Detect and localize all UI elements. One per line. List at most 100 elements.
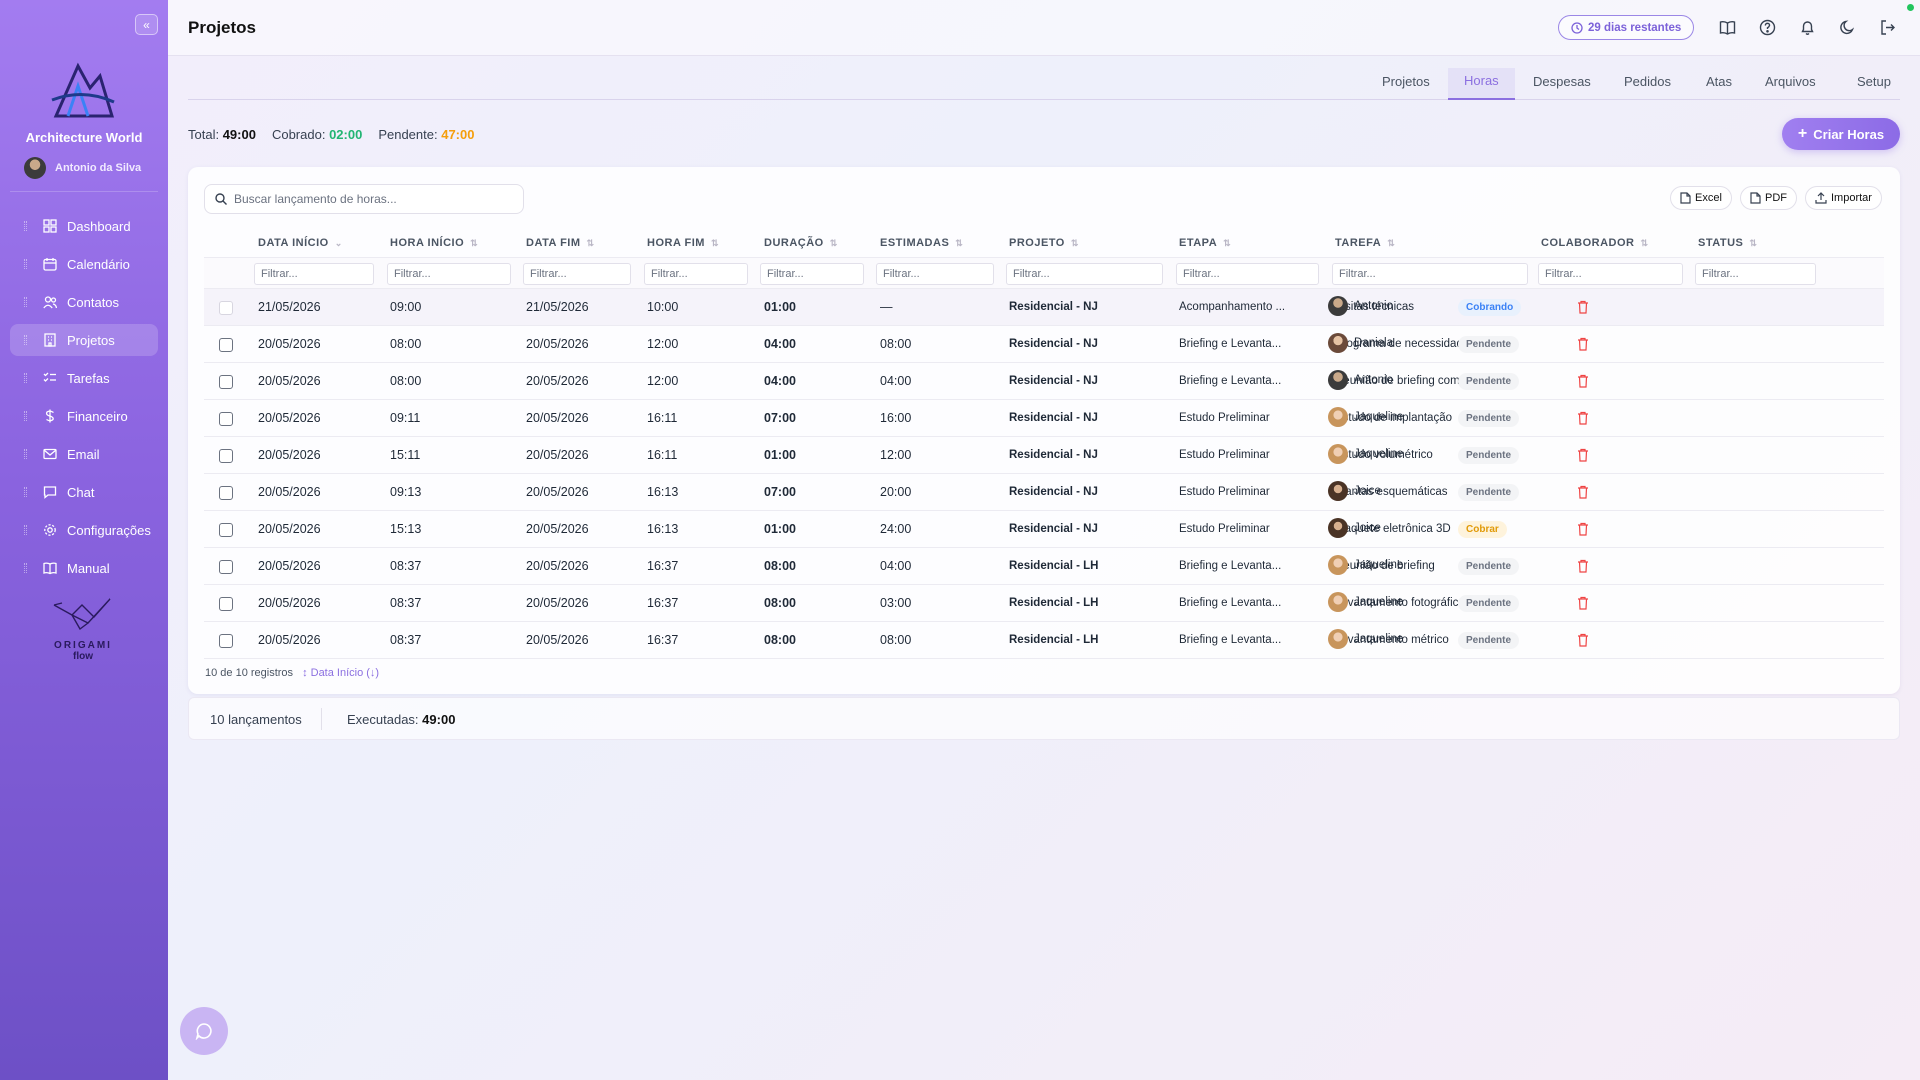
trash-icon[interactable]	[1577, 633, 1589, 647]
column-header-etapa[interactable]: ETAPA ⇅	[1179, 237, 1231, 249]
trash-icon[interactable]	[1577, 300, 1589, 314]
moon-icon[interactable]	[1837, 17, 1857, 37]
drag-handle-icon[interactable]	[24, 525, 27, 535]
table-row[interactable]: 20/05/2026 08:00 20/05/2026 12:00 04:00 …	[204, 326, 1884, 363]
row-checkbox[interactable]	[219, 338, 233, 352]
row-checkbox[interactable]	[219, 597, 233, 611]
table-row[interactable]: 20/05/2026 08:00 20/05/2026 12:00 04:00 …	[204, 363, 1884, 400]
bell-icon[interactable]	[1797, 17, 1817, 37]
import-button[interactable]: Importar	[1805, 186, 1882, 210]
filter-data-inicio[interactable]	[254, 263, 374, 285]
sidebar-item-dashboard[interactable]: Dashboard	[10, 210, 158, 242]
sidebar-item-financeiro[interactable]: Financeiro	[10, 400, 158, 432]
create-hours-button[interactable]: + Criar Horas	[1782, 118, 1900, 150]
status-badge[interactable]: Pendente	[1458, 558, 1520, 575]
filter-duracao[interactable]	[760, 263, 864, 285]
status-badge[interactable]: Pendente	[1458, 373, 1520, 390]
trash-icon[interactable]	[1577, 374, 1589, 388]
column-header-hora-fim[interactable]: HORA FIM ⇅	[647, 237, 719, 249]
trash-icon[interactable]	[1577, 596, 1589, 610]
sidebar-item-email[interactable]: Email	[10, 438, 158, 470]
filter-etapa[interactable]	[1176, 263, 1319, 285]
tab-atas[interactable]: Atas	[1706, 74, 1732, 100]
sidebar-item-calendario[interactable]: Calendário	[10, 248, 158, 280]
table-row[interactable]: 20/05/2026 08:37 20/05/2026 16:37 08:00 …	[204, 548, 1884, 585]
status-badge[interactable]: Cobrando	[1458, 299, 1522, 316]
book-open-icon[interactable]	[1717, 17, 1737, 37]
sidebar-item-tarefas[interactable]: Tarefas	[10, 362, 158, 394]
row-checkbox[interactable]	[219, 634, 233, 648]
column-header-estimadas[interactable]: ESTIMADAS ⇅	[880, 237, 963, 249]
table-row[interactable]: 20/05/2026 08:37 20/05/2026 16:37 08:00 …	[204, 622, 1884, 659]
column-header-data-inicio[interactable]: DATA INÍCIO ⌄	[258, 237, 343, 249]
sidebar-item-configuracoes[interactable]: Configurações	[10, 514, 158, 546]
column-header-colaborador[interactable]: COLABORADOR ⇅	[1541, 237, 1649, 249]
row-checkbox[interactable]	[219, 449, 233, 463]
column-header-projeto[interactable]: PROJETO ⇅	[1009, 237, 1079, 249]
filter-hora-inicio[interactable]	[387, 263, 511, 285]
tab-projetos[interactable]: Projetos	[1382, 74, 1430, 100]
export-pdf-button[interactable]: PDF	[1740, 186, 1797, 210]
trash-icon[interactable]	[1577, 411, 1589, 425]
table-row[interactable]: 20/05/2026 08:37 20/05/2026 16:37 08:00 …	[204, 585, 1884, 622]
table-row[interactable]: 20/05/2026 15:13 20/05/2026 16:13 01:00 …	[204, 511, 1884, 548]
status-badge[interactable]: Pendente	[1458, 410, 1520, 427]
drag-handle-icon[interactable]	[24, 259, 27, 269]
sidebar-item-contatos[interactable]: Contatos	[10, 286, 158, 318]
help-icon[interactable]	[1757, 17, 1777, 37]
status-badge[interactable]: Pendente	[1458, 484, 1520, 501]
table-row[interactable]: 20/05/2026 15:11 20/05/2026 16:11 01:00 …	[204, 437, 1884, 474]
row-checkbox[interactable]	[219, 412, 233, 426]
trial-days-badge[interactable]: 29 dias restantes	[1558, 15, 1695, 40]
sort-indicator[interactable]: ↕ Data Início (↓)	[302, 667, 379, 679]
drag-handle-icon[interactable]	[24, 411, 27, 421]
sidebar-item-projetos[interactable]: Projetos	[10, 324, 158, 356]
drag-handle-icon[interactable]	[24, 335, 27, 345]
row-checkbox[interactable]	[219, 523, 233, 537]
status-badge[interactable]: Cobrar	[1458, 521, 1507, 538]
tab-despesas[interactable]: Despesas	[1533, 74, 1591, 100]
filter-tarefa[interactable]	[1332, 263, 1528, 285]
trash-icon[interactable]	[1577, 559, 1589, 573]
filter-estimadas[interactable]	[876, 263, 994, 285]
row-checkbox[interactable]	[219, 375, 233, 389]
column-header-hora-inicio[interactable]: HORA INÍCIO ⇅	[390, 237, 478, 249]
column-header-tarefa[interactable]: TAREFA ⇅	[1335, 237, 1395, 249]
column-header-status[interactable]: STATUS ⇅	[1698, 237, 1757, 249]
tab-horas[interactable]: Horas	[1448, 68, 1515, 100]
trash-icon[interactable]	[1577, 448, 1589, 462]
row-checkbox[interactable]	[219, 560, 233, 574]
tab-arquivos[interactable]: Arquivos	[1765, 74, 1816, 100]
row-checkbox[interactable]	[219, 486, 233, 500]
user-profile[interactable]: Antonio da Silva	[24, 157, 141, 179]
status-badge[interactable]: Pendente	[1458, 595, 1520, 612]
status-badge[interactable]: Pendente	[1458, 336, 1520, 353]
drag-handle-icon[interactable]	[24, 373, 27, 383]
table-row[interactable]: 21/05/2026 09:00 21/05/2026 10:00 01:00 …	[204, 289, 1884, 326]
chat-fab-button[interactable]	[180, 1007, 228, 1055]
filter-projeto[interactable]	[1006, 263, 1163, 285]
status-badge[interactable]: Pendente	[1458, 447, 1520, 464]
filter-colaborador[interactable]	[1538, 263, 1683, 285]
column-header-duracao[interactable]: DURAÇÃO ⇅	[764, 237, 838, 249]
status-badge[interactable]: Pendente	[1458, 632, 1520, 649]
filter-data-fim[interactable]	[523, 263, 631, 285]
collapse-sidebar-button[interactable]: «	[135, 14, 158, 35]
drag-handle-icon[interactable]	[24, 221, 27, 231]
column-header-data-fim[interactable]: DATA FIM ⇅	[526, 237, 595, 249]
export-excel-button[interactable]: Excel	[1670, 186, 1732, 210]
tab-setup[interactable]: Setup	[1857, 74, 1891, 100]
filter-status[interactable]	[1695, 263, 1816, 285]
sidebar-item-manual[interactable]: Manual	[10, 552, 158, 584]
sidebar-item-chat[interactable]: Chat	[10, 476, 158, 508]
drag-handle-icon[interactable]	[24, 297, 27, 307]
tab-pedidos[interactable]: Pedidos	[1624, 74, 1671, 100]
table-row[interactable]: 20/05/2026 09:13 20/05/2026 16:13 07:00 …	[204, 474, 1884, 511]
search-box[interactable]	[204, 184, 524, 214]
drag-handle-icon[interactable]	[24, 449, 27, 459]
filter-hora-fim[interactable]	[644, 263, 748, 285]
trash-icon[interactable]	[1577, 337, 1589, 351]
drag-handle-icon[interactable]	[24, 563, 27, 573]
table-row[interactable]: 20/05/2026 09:11 20/05/2026 16:11 07:00 …	[204, 400, 1884, 437]
drag-handle-icon[interactable]	[24, 487, 27, 497]
